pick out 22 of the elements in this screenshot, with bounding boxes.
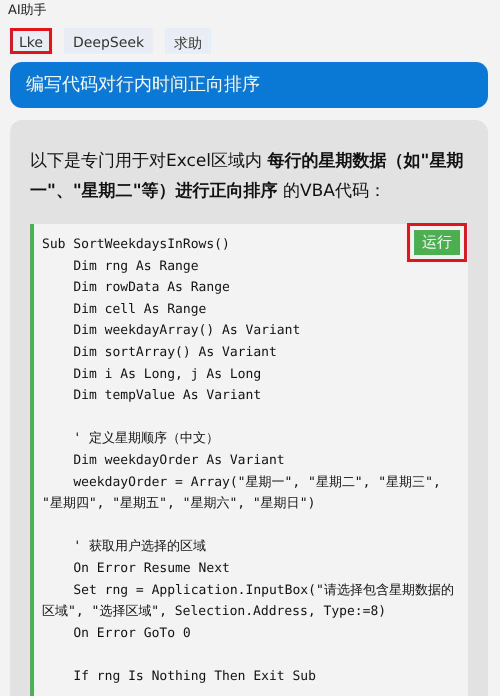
answer-text: 以下是专门用于对Excel区域内 每行的星期数据（如"星期一"、"星期二"等）进行正向排序 的VBA代码： xyxy=(30,150,464,203)
code-line: Dim rng As Range xyxy=(72,258,199,276)
code-line: Dim rowData As Range xyxy=(72,279,230,298)
code-line: If rng Is Nothing Then Exit Sub xyxy=(72,668,316,686)
code-line: Dim weekdayOrder As Variant xyxy=(72,452,285,470)
code-line: Dim sortArray() As Variant xyxy=(72,344,277,362)
code-line: Dim i As Long, j As Long xyxy=(72,366,262,384)
code-line: Set rng = Application.InputBox("请选择包含星期数据的区域", "选择区域", Selection.Address, Type:=8) xyxy=(42,582,455,622)
code-line: Dim weekdayArray() As Variant xyxy=(72,322,300,340)
code-line: weekdayOrder = Array("星期一", "星期二", "星期三", "星期四", "星期五", "星期六", "星期日") xyxy=(42,474,442,514)
window-title: AI助手 xyxy=(8,2,48,20)
tab[interactable]: DeepSeek xyxy=(64,28,154,54)
code-line: ' 定义星期顺序（中文） xyxy=(72,430,219,448)
tab[interactable]: Lke xyxy=(10,28,52,54)
code-line: Dim cell As Range xyxy=(72,300,206,319)
prompt-message: 编写代码对行内时间正向排序 xyxy=(10,62,488,108)
code-line: On Error Resume Next xyxy=(72,560,230,578)
code-line: Sub SortWeekdaysInRows() xyxy=(42,236,230,254)
code-line: ' 获取用户选择的区域 xyxy=(72,538,206,556)
tab[interactable]: 求助 xyxy=(165,28,212,54)
code-line: On Error GoTo 0 xyxy=(72,624,191,643)
code-line: Dim tempValue As Variant xyxy=(72,387,262,406)
